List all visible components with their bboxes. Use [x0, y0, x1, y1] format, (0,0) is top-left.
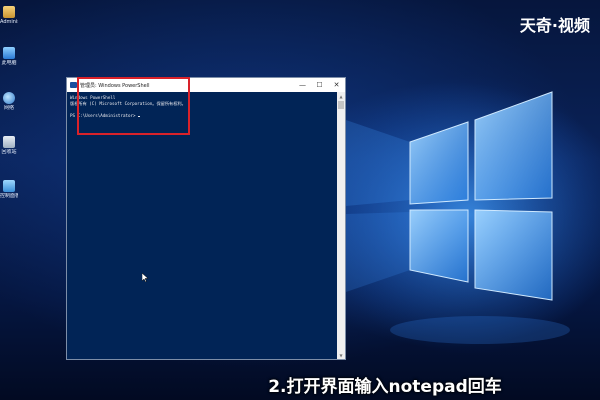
control-panel-icon — [3, 180, 15, 192]
minimize-button[interactable]: — — [294, 78, 311, 92]
desktop-icon-recycle-bin[interactable]: 回收站 — [1, 136, 17, 155]
desktop-icon-label: 此电脑 — [1, 60, 17, 66]
scroll-down-arrow-icon[interactable]: ▼ — [337, 351, 345, 359]
user-folder-icon — [3, 6, 15, 18]
desktop-icon-label: Administr... — [0, 19, 18, 25]
this-pc-icon — [3, 47, 15, 59]
powershell-icon — [70, 82, 77, 88]
desktop-icon-label: 回收站 — [1, 149, 17, 155]
desktop-icon-label: 控制面板 — [0, 193, 18, 199]
desktop-icon-control-panel[interactable]: 控制面板 — [0, 180, 18, 199]
watermark-logo: 天奇·视频 — [519, 16, 590, 35]
desktop: Administr... 此电脑 网络 回收站 控制面板 天奇·视频 管理员: … — [0, 0, 600, 400]
network-icon — [3, 92, 15, 104]
desktop-icon-this-pc[interactable]: 此电脑 — [1, 47, 17, 66]
desktop-icon-user-folder[interactable]: Administr... — [0, 6, 18, 25]
highlight-box — [77, 77, 190, 135]
subtitle-text: 2.打开界面输入notepad回车 — [268, 377, 502, 397]
vertical-scrollbar[interactable]: ▲ ▼ — [337, 92, 345, 359]
maximize-button[interactable]: ☐ — [311, 78, 328, 92]
scrollbar-thumb[interactable] — [338, 101, 344, 109]
close-button[interactable]: ✕ — [328, 78, 345, 92]
scroll-up-arrow-icon[interactable]: ▲ — [337, 92, 345, 100]
desktop-icon-label: 网络 — [3, 105, 14, 111]
subtitle-caption: 2.打开界面输入notepad回车 — [0, 372, 600, 397]
desktop-icon-network[interactable]: 网络 — [1, 92, 17, 111]
recycle-bin-icon — [3, 136, 15, 148]
mouse-pointer-icon — [142, 273, 148, 282]
